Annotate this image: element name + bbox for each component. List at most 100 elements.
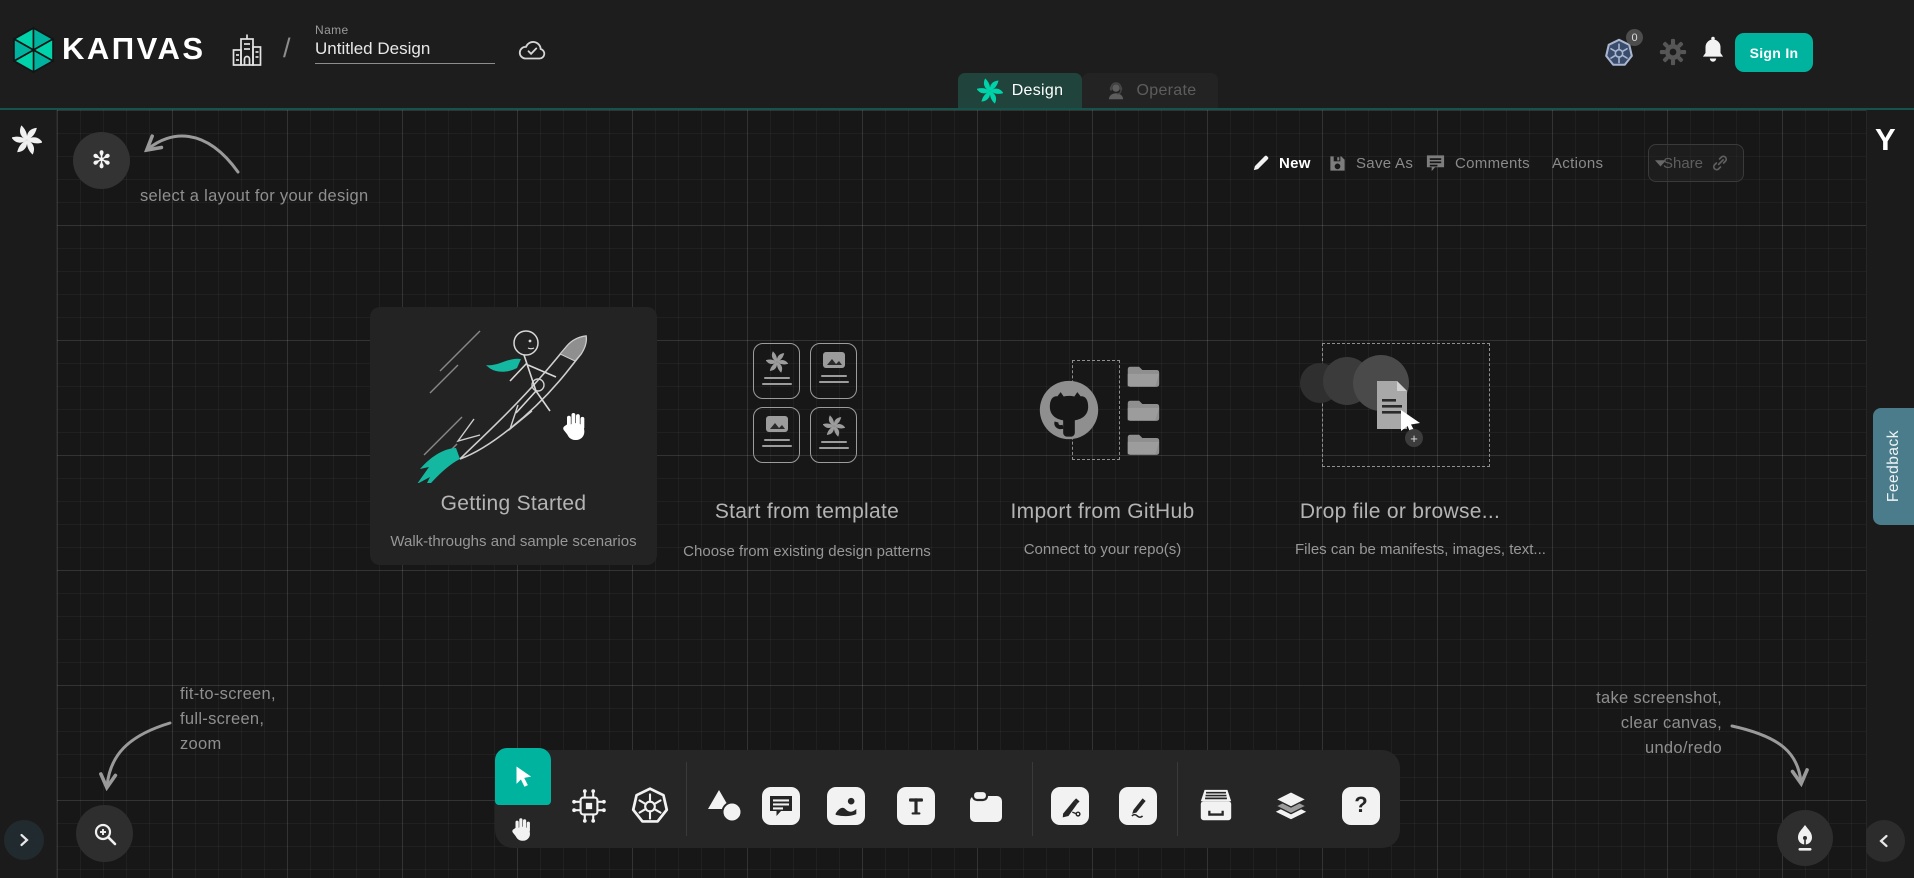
card-subtitle: Files can be manifests, images, text...	[1295, 541, 1505, 558]
note-icon	[967, 788, 1005, 824]
share-label: Share	[1663, 155, 1703, 172]
pen-tool[interactable]	[1051, 787, 1089, 825]
layout-flower-icon: ✻	[91, 146, 111, 175]
design-name-field: Name	[315, 23, 495, 64]
template-thumb	[810, 407, 857, 463]
context-count-badge: 0	[1626, 29, 1643, 46]
share-link-icon	[1711, 154, 1729, 172]
meshery-spiral-icon[interactable]	[12, 125, 42, 155]
image-icon	[765, 415, 789, 435]
drawer-tool[interactable]	[1197, 787, 1235, 825]
hint-line: undo/redo	[1522, 736, 1722, 761]
svg-text:?: ?	[1354, 793, 1367, 817]
card-subtitle: Walk-throughs and sample scenarios	[370, 533, 657, 550]
breadcrumb-divider: /	[283, 33, 291, 64]
question-mark-icon: ?	[1349, 793, 1373, 819]
feedback-label: Feedback	[1885, 430, 1903, 502]
layers-tool[interactable]	[1272, 787, 1310, 825]
share-button[interactable]: Share	[1648, 144, 1744, 182]
help-tool[interactable]: ?	[1342, 787, 1380, 825]
layers-icon	[1272, 786, 1310, 826]
toolbar-divider	[1177, 762, 1178, 836]
kubernetes-tool[interactable]	[629, 785, 671, 827]
github-octocat-icon	[1034, 375, 1104, 445]
hint-bottom-left: fit-to-screen, full-screen, zoom	[180, 682, 276, 757]
getting-started-illustration	[400, 313, 628, 483]
spiral-icon	[766, 351, 788, 373]
operate-tab-label: Operate	[1137, 82, 1197, 100]
card-import-from-github[interactable]: Import from GitHub Connect to your repo(…	[995, 335, 1210, 567]
comments-label: Comments	[1455, 155, 1530, 172]
note-tool[interactable]	[967, 787, 1005, 825]
notifications-bell-icon[interactable]	[1699, 34, 1727, 66]
y-panel-icon[interactable]: Y	[1875, 122, 1896, 158]
shapes-icon	[703, 786, 745, 826]
hint-line: take screenshot,	[1522, 686, 1722, 711]
design-tab-label: Design	[1012, 82, 1064, 100]
template-thumb	[753, 343, 800, 399]
drawer-icon	[1197, 787, 1235, 825]
pencil-icon	[1125, 793, 1151, 819]
template-thumb	[753, 407, 800, 463]
save-as-button[interactable]: Save As	[1328, 146, 1413, 180]
comment-icon	[768, 794, 794, 818]
card-title: Start from template	[672, 500, 942, 524]
toolbar-divider	[686, 762, 687, 836]
hint-line: full-screen,	[180, 707, 276, 732]
pan-tool[interactable]	[495, 805, 551, 855]
hint-bottom-right: take screenshot, clear canvas, undo/redo	[1522, 686, 1722, 761]
image-tool[interactable]	[827, 787, 865, 825]
drawing-actions-button[interactable]	[1777, 810, 1833, 866]
save-icon	[1328, 154, 1347, 173]
cloud-save-status-icon	[517, 38, 547, 62]
card-subtitle: Choose from existing design patterns	[672, 543, 942, 560]
zoom-button[interactable]	[76, 805, 133, 862]
organization-icon[interactable]	[229, 32, 265, 70]
card-drop-file[interactable]: + Drop file or browse... Files can be ma…	[1295, 335, 1505, 567]
comments-button[interactable]: Comments	[1425, 146, 1530, 180]
folder-icon	[1125, 397, 1163, 423]
hint-line: clear canvas,	[1522, 711, 1722, 736]
hint-line: zoom	[180, 732, 276, 757]
sign-in-button[interactable]: Sign In	[1735, 33, 1813, 72]
kanvas-logo-icon	[11, 26, 56, 74]
shapes-tool[interactable]	[703, 785, 745, 827]
pencil-tool[interactable]	[1119, 787, 1157, 825]
new-button[interactable]: New	[1251, 146, 1311, 180]
bottom-toolbar: ?	[495, 750, 1400, 848]
kanvas-app: KAΠVAS / Name Design	[0, 0, 1914, 878]
expand-left-panel-button[interactable]	[4, 820, 44, 860]
design-name-input[interactable]	[315, 37, 495, 64]
text-icon	[904, 794, 928, 818]
hand-cursor-icon	[558, 409, 594, 445]
card-subtitle: Connect to your repo(s)	[995, 541, 1210, 558]
design-tab-spiral-icon	[977, 78, 1003, 104]
chevron-right-icon	[17, 833, 31, 847]
settings-gear-icon[interactable]	[1658, 37, 1688, 67]
operate-tab-headset-icon	[1104, 79, 1128, 103]
chip-icon	[568, 785, 610, 827]
card-getting-started[interactable]: Getting Started Walk-throughs and sample…	[370, 307, 657, 565]
collapse-right-panel-button[interactable]	[1863, 820, 1905, 862]
feedback-tab[interactable]: Feedback	[1873, 408, 1914, 525]
app-header: KAΠVAS / Name Design	[0, 0, 1914, 110]
text-tool[interactable]	[897, 787, 935, 825]
hint-line: fit-to-screen,	[180, 682, 276, 707]
plus-badge: +	[1405, 429, 1423, 447]
component-tool[interactable]	[568, 785, 610, 827]
kubernetes-icon	[629, 784, 671, 828]
left-rail	[0, 110, 57, 878]
tab-design[interactable]: Design	[958, 73, 1082, 108]
card-title: Drop file or browse...	[1295, 500, 1505, 524]
card-start-from-template[interactable]: Start from template Choose from existing…	[672, 335, 942, 567]
comment-tool[interactable]	[762, 787, 800, 825]
select-tool[interactable]	[495, 748, 551, 805]
comments-icon	[1425, 153, 1446, 173]
save-as-label: Save As	[1356, 155, 1413, 172]
layout-selector-button[interactable]: ✻	[73, 132, 130, 189]
layout-hint-text: select a layout for your design	[140, 184, 369, 209]
folder-icon	[1125, 431, 1163, 457]
tab-operate[interactable]: Operate	[1082, 73, 1218, 108]
toolbar-divider	[1032, 762, 1033, 836]
spiral-icon	[823, 415, 845, 437]
